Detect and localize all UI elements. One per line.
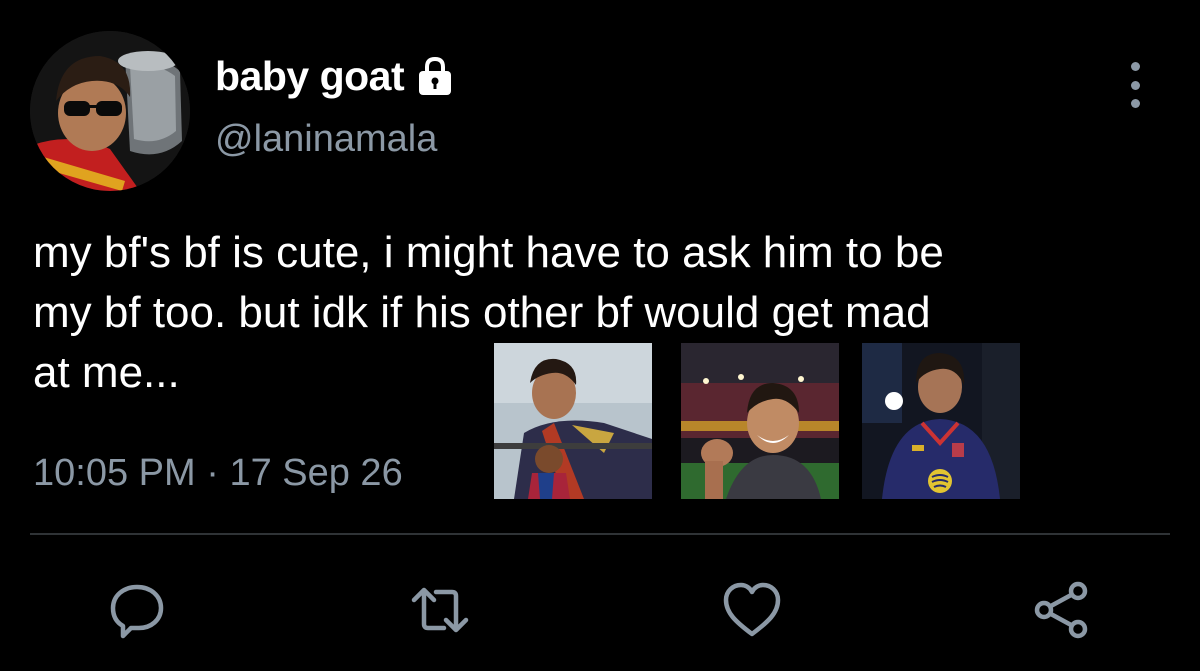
more-options-button[interactable]	[1120, 62, 1150, 108]
heart-icon	[723, 582, 781, 637]
share-button[interactable]	[1030, 578, 1094, 642]
display-name[interactable]: baby goat	[215, 50, 456, 102]
media-photo-2[interactable]	[681, 343, 839, 499]
avatar[interactable]: ELEVEN	[30, 31, 190, 191]
retweet-icon	[411, 587, 469, 633]
media-photo-3[interactable]	[862, 343, 1020, 499]
like-button[interactable]	[720, 578, 784, 642]
reply-button[interactable]	[105, 578, 169, 642]
tweet-date: 17 Sep 26	[229, 452, 403, 494]
more-dot-icon	[1130, 62, 1140, 71]
more-dot-icon	[1130, 80, 1140, 90]
avatar-image: ELEVEN	[30, 31, 190, 191]
user-handle[interactable]: @laninamala	[215, 118, 437, 161]
share-icon	[1034, 581, 1088, 639]
tweet-timestamp[interactable]: 10:05 PM · 17 Sep 26	[33, 452, 403, 495]
display-name-text[interactable]: baby goat	[215, 53, 405, 100]
retweet-button[interactable]	[408, 578, 472, 642]
divider	[30, 533, 1170, 535]
timestamp-separator: ·	[206, 452, 219, 494]
tweet-time: 10:05 PM	[33, 452, 196, 494]
comment-icon	[110, 584, 164, 639]
more-dot-icon	[1130, 99, 1140, 108]
media-photo-1[interactable]	[494, 343, 652, 499]
lock-icon	[414, 55, 456, 97]
